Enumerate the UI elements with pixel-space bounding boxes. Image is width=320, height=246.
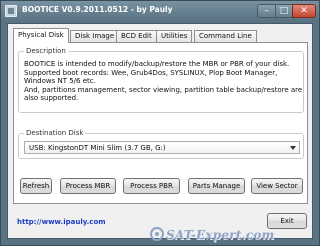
destination-disk-value: USB: KingstonDT Mini Slim (3.7 GB, G:): [29, 144, 166, 152]
description-label: Description: [24, 47, 68, 55]
description-line: BOOTICE is intended to modify/backup/res…: [24, 60, 290, 68]
close-button[interactable]: ✕: [292, 4, 316, 18]
tab-utilities[interactable]: Utilities: [156, 30, 193, 42]
destination-disk-label: Destination Disk: [24, 129, 86, 137]
description-line: Windows NT 5/6 etc.: [24, 77, 96, 86]
description-line: also supported.: [24, 94, 79, 103]
parts-manage-button[interactable]: Parts Manage: [188, 178, 245, 194]
maximize-button[interactable]: □: [275, 4, 292, 18]
window-title: BOOTICE V0.9.2011.0512 - by Pauly: [22, 5, 173, 14]
watermark-logo-icon: [150, 227, 164, 241]
tab-physical-disk[interactable]: Physical Disk: [13, 28, 69, 43]
client-area: Physical Disk Disk Image BCD Edit Utilit…: [7, 23, 313, 239]
exit-button[interactable]: Exit: [267, 213, 307, 229]
minimize-button[interactable]: –: [257, 4, 275, 18]
tab-bcd-edit[interactable]: BCD Edit: [116, 30, 157, 42]
app-icon[interactable]: [5, 5, 17, 17]
tab-command-line[interactable]: Command Line: [194, 30, 257, 42]
tab-disk-image[interactable]: Disk Image: [70, 30, 120, 42]
website-link[interactable]: http://www.ipauly.com: [17, 218, 106, 226]
physical-disk-panel: Description BOOTICE is intended to modif…: [13, 42, 308, 204]
description-group: Description BOOTICE is intended to modif…: [18, 47, 304, 113]
watermark-text: SAT-Expert.com: [166, 228, 275, 242]
process-mbr-button[interactable]: Process MBR: [60, 178, 116, 194]
destination-disk-group: Destination Disk USB: KingstonDT Mini Sl…: [18, 129, 304, 159]
description-line: Supported boot records: Wee, Grub4Dos, S…: [24, 68, 278, 77]
view-sector-button[interactable]: View Sector: [251, 178, 303, 194]
refresh-button[interactable]: Refresh: [20, 178, 52, 194]
process-pbr-button[interactable]: Process PBR: [123, 178, 180, 194]
bootice-window: BOOTICE V0.9.2011.0512 - by Pauly – □ ✕ …: [0, 0, 320, 246]
chevron-down-icon[interactable]: [290, 146, 296, 150]
destination-disk-select[interactable]: USB: KingstonDT Mini Slim (3.7 GB, G:): [24, 141, 300, 154]
title-bar[interactable]: BOOTICE V0.9.2011.0512 - by Pauly – □ ✕: [1, 1, 319, 21]
description-text: BOOTICE is intended to modify/backup/res…: [24, 60, 302, 103]
description-line: And, partitions management, sector viewi…: [24, 85, 303, 94]
